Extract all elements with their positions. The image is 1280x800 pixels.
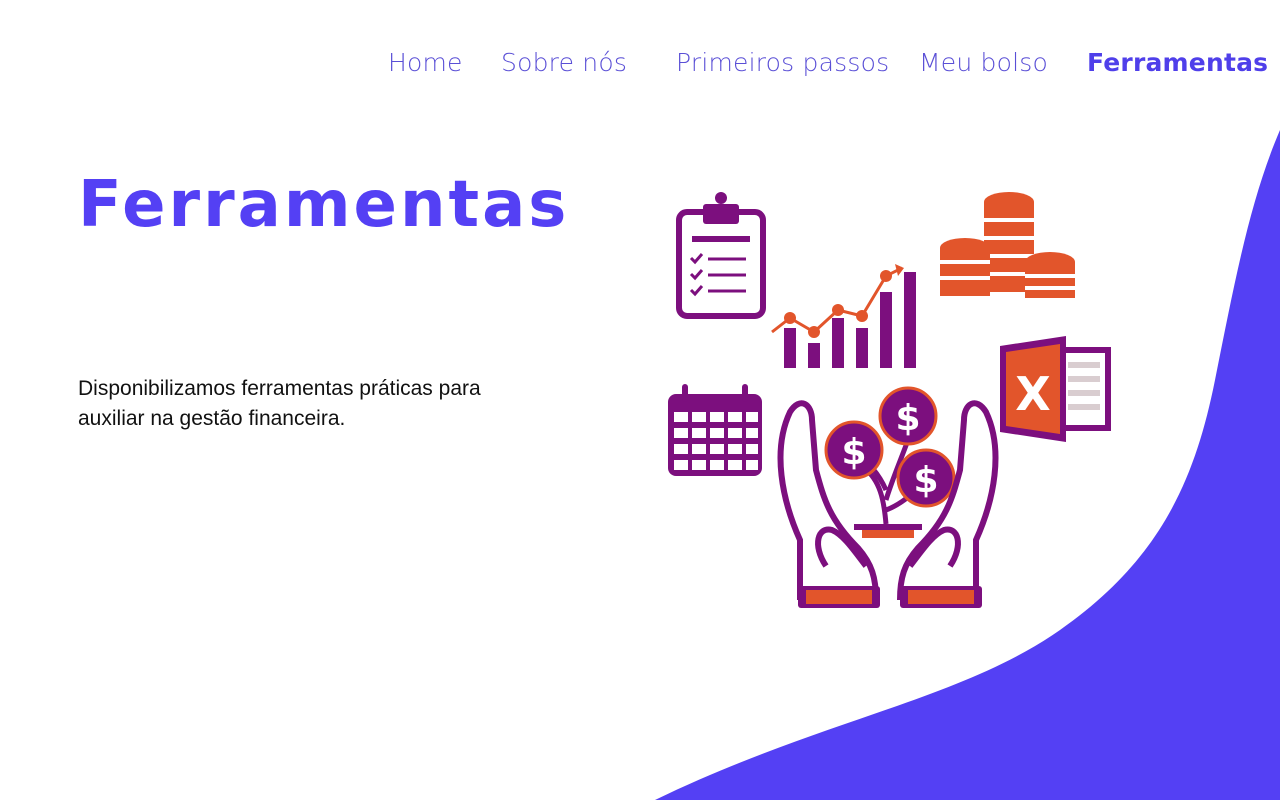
- tools-illustration: X $ $ $: [668, 192, 1111, 608]
- nav-home[interactable]: Home: [388, 48, 463, 77]
- growth-chart-icon: [771, 264, 916, 368]
- calendar-icon: [668, 384, 762, 476]
- nav-primeiros-passos[interactable]: Primeiros passos: [676, 48, 889, 77]
- currency-symbol-top: $: [895, 398, 920, 439]
- spreadsheet-icon: X: [1000, 336, 1111, 442]
- nav-ferramentas[interactable]: Ferramentas: [1087, 48, 1268, 77]
- page-title: Ferramentas: [78, 168, 570, 242]
- hands-money-plant-icon: $ $ $: [777, 386, 999, 608]
- nav-meu-bolso[interactable]: Meu bolso: [919, 48, 1048, 77]
- currency-symbol-left: $: [841, 432, 866, 473]
- nav-sobre-nos[interactable]: Sobre nós: [501, 48, 627, 77]
- coin-stacks-icon: [940, 192, 1075, 298]
- page-description: Disponibilizamos ferramentas práticas pa…: [78, 377, 481, 430]
- spreadsheet-letter: X: [1015, 367, 1050, 421]
- currency-symbol-right: $: [913, 460, 938, 501]
- clipboard-checklist-icon: [676, 192, 766, 319]
- top-navigation: Home Sobre nós Primeiros passos Meu bols…: [0, 0, 1280, 120]
